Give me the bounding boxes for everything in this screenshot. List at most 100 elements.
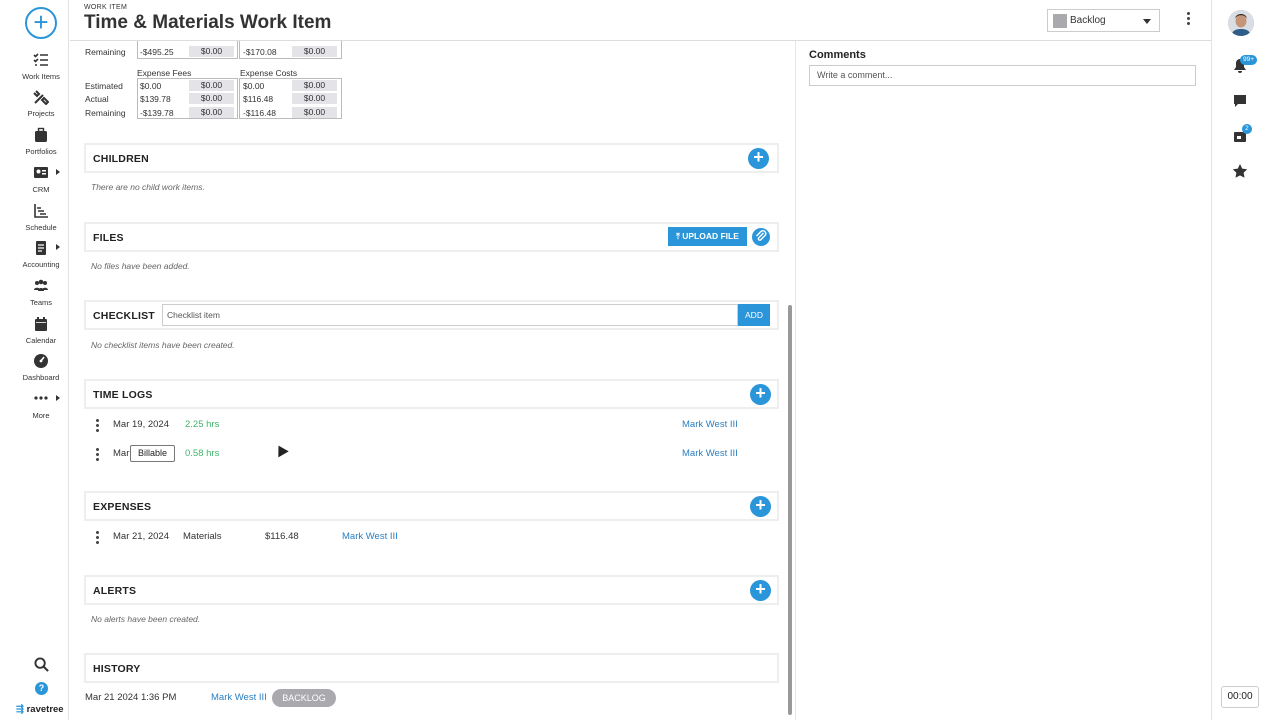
children-empty: There are no child work items. [91, 182, 205, 192]
chevron-down-icon [1143, 19, 1151, 24]
history-user-link[interactable]: Mark West III [211, 692, 267, 703]
timelog-hours: 2.25 hrs [185, 419, 220, 430]
search-icon[interactable] [34, 657, 49, 672]
star-icon[interactable] [1232, 163, 1248, 179]
add-alert-button[interactable]: + [750, 580, 771, 601]
comment-input[interactable]: Write a comment... [809, 65, 1196, 86]
checklist-empty: No checklist items have been created. [91, 340, 235, 350]
page-title: Time & Materials Work Item [84, 12, 332, 33]
fin-value: $0.00 [189, 46, 234, 57]
fin-value: $0.00 [292, 80, 337, 91]
row-menu-button[interactable] [94, 448, 100, 462]
fin-value: -$495.25 [140, 47, 174, 57]
add-expense-button[interactable]: + [750, 496, 771, 517]
children-section: CHILDREN [84, 143, 779, 173]
contact-card-icon [34, 167, 48, 178]
expense-date: Mar 21, 2024 [113, 531, 169, 542]
expand-caret-icon [56, 395, 60, 401]
fin-value: $0.00 [292, 46, 337, 57]
section-title: FILES [93, 232, 124, 244]
history-datetime: Mar 21 2024 1:36 PM [85, 692, 177, 703]
row-menu-button[interactable] [94, 419, 100, 433]
user-photo [1228, 10, 1254, 36]
row-label: Remaining [85, 108, 126, 118]
section-title: CHECKLIST [93, 310, 155, 322]
status-swatch [1053, 14, 1067, 28]
right-rail: 99+ 2 00:00 [1211, 0, 1280, 720]
main-scrollbar[interactable] [788, 305, 792, 715]
fin-value: $139.78 [140, 94, 171, 104]
section-title: EXPENSES [93, 501, 152, 513]
add-checklist-button[interactable]: ADD [738, 304, 770, 326]
section-title: TIME LOGS [93, 389, 153, 401]
inbox-badge: 2 [1242, 124, 1252, 134]
files-empty: No files have been added. [91, 261, 190, 271]
fin-value: $0.00 [189, 80, 234, 91]
expand-caret-icon [56, 244, 60, 250]
timelogs-section: TIME LOGS [84, 379, 779, 409]
fees-header: Expense Fees [137, 68, 192, 78]
history-section: HISTORY [84, 653, 779, 683]
chat-icon[interactable] [1232, 93, 1248, 109]
attach-link-button[interactable] [752, 228, 770, 246]
fin-value: -$116.48 [243, 108, 276, 118]
fin-value: -$139.78 [140, 108, 174, 118]
fin-value: $0.00 [189, 107, 234, 118]
gauge-icon [34, 354, 48, 368]
row-label: Actual [85, 94, 109, 104]
fin-value: $0.00 [243, 81, 265, 91]
comments-pane [795, 41, 1211, 720]
timer-display[interactable]: 00:00 [1221, 686, 1259, 708]
help-icon[interactable]: ? [35, 682, 48, 695]
section-title: CHILDREN [93, 153, 149, 165]
fin-value: $0.00 [140, 81, 162, 91]
history-status-badge: BACKLOG [272, 689, 336, 707]
people-icon [34, 279, 48, 291]
row-menu-button[interactable] [94, 531, 100, 545]
upload-file-button[interactable]: ⤒ UPLOAD FILE [668, 227, 747, 246]
add-child-button[interactable]: + [748, 148, 769, 169]
comments-title: Comments [809, 49, 866, 61]
checklist-item-input[interactable]: Checklist item [162, 304, 738, 326]
fin-value: $116.48 [243, 94, 274, 104]
expense-amount: $116.48 [265, 531, 299, 542]
ellipsis-icon [34, 396, 48, 400]
timelog-user-link[interactable]: Mark West III [682, 419, 738, 430]
status-value: Backlog [1070, 15, 1106, 26]
avatar[interactable] [1228, 10, 1254, 36]
timelog-date: Mar 19, 2024 [113, 419, 169, 430]
remaining-label: Remaining [85, 47, 126, 57]
alerts-empty: No alerts have been created. [91, 614, 201, 624]
section-title: ALERTS [93, 585, 137, 597]
notifications-badge: 99+ [1240, 55, 1258, 65]
expense-user-link[interactable]: Mark West III [342, 531, 398, 542]
fin-value: -$170.08 [243, 47, 277, 57]
page-header: WORK ITEM Time & Materials Work Item Bac… [70, 0, 1211, 41]
list-check-icon [33, 53, 48, 66]
fin-value: $0.00 [292, 93, 337, 104]
calendar-icon [35, 317, 47, 331]
add-timelog-button[interactable]: + [750, 384, 771, 405]
document-icon [36, 241, 46, 255]
timelog-hours: 0.58 hrs [185, 448, 220, 459]
alerts-section: ALERTS [84, 575, 779, 605]
billable-tooltip: Billable [130, 445, 175, 462]
brand-logo: ⇶ ravetree [16, 704, 64, 715]
fin-value: $0.00 [189, 93, 234, 104]
left-nav: + Work Items Projects Portfolios CRM Sch… [0, 0, 69, 720]
fin-value: $0.00 [292, 107, 337, 118]
chart-icon [34, 204, 48, 218]
status-select[interactable]: Backlog [1047, 9, 1160, 32]
expense-category: Materials [183, 531, 222, 542]
expand-caret-icon [56, 169, 60, 175]
page-eyebrow: WORK ITEM [84, 4, 128, 11]
briefcase-icon [35, 127, 47, 142]
more-options-button[interactable] [1181, 12, 1195, 30]
costs-header: Expense Costs [240, 68, 298, 78]
create-new-button[interactable]: + [25, 7, 57, 39]
section-title: HISTORY [93, 663, 141, 675]
timelog-date: Mar [113, 448, 130, 459]
paperclip-icon [756, 230, 767, 241]
timelog-user-link[interactable]: Mark West III [682, 448, 738, 459]
expenses-section: EXPENSES [84, 491, 779, 521]
